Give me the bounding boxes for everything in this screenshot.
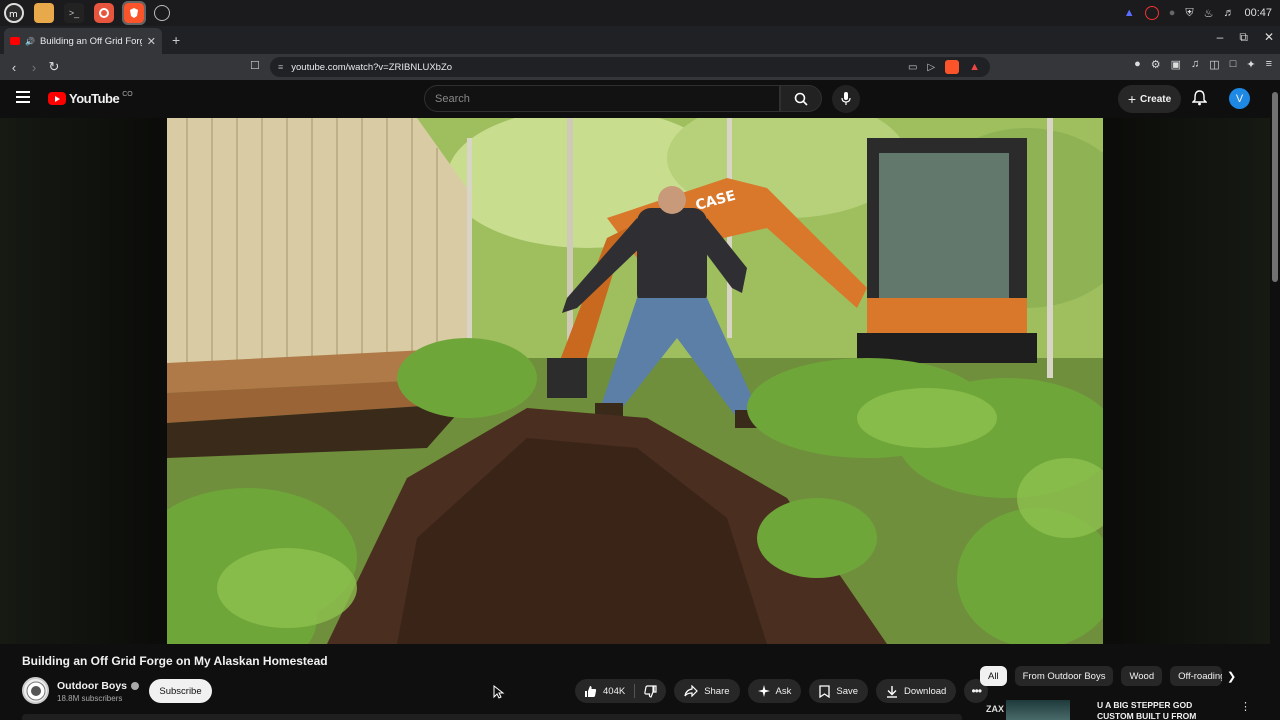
recommended-video[interactable]: ZAX U A BIG STEPPER GOD CUSTOM BUILT U F… <box>980 698 1250 720</box>
hamburger-menu-icon[interactable] <box>16 91 30 105</box>
browser-tab-strip: 🔊 Building an Off Grid Forge ✕ + – ⧉ ✕ <box>0 26 1280 54</box>
svg-text:m: m <box>9 10 18 19</box>
volume-icon[interactable]: ♬ <box>1223 7 1234 19</box>
bookmark-save-icon <box>819 684 831 698</box>
menu-icon[interactable]: ≡ <box>1266 58 1272 71</box>
youtube-logo[interactable]: YouTube CO <box>48 91 133 106</box>
maximize-icon[interactable]: ⧉ <box>1239 30 1248 45</box>
firefox-icon[interactable] <box>94 3 114 23</box>
chip-off-roading[interactable]: Off-roading <box>1170 666 1223 686</box>
description-box-edge[interactable] <box>22 714 962 720</box>
rec-thumbnail[interactable] <box>1006 700 1070 720</box>
search-icon <box>794 92 808 106</box>
site-info-icon[interactable]: ≡ <box>278 62 283 72</box>
wallet2-icon[interactable]: □ <box>1230 58 1237 71</box>
send-icon[interactable]: ▷ <box>927 62 935 73</box>
download-button[interactable]: Download <box>876 679 957 703</box>
subscriber-count: 18.8M subscribers <box>57 694 123 703</box>
search-button[interactable] <box>780 85 822 112</box>
account-icon[interactable]: ● <box>1134 58 1141 71</box>
rec-menu-icon[interactable]: ⋮ <box>1240 700 1250 713</box>
sparkle-icon <box>757 685 770 697</box>
related-filter-chips: All From Outdoor Boys Wood Off-roading <box>980 666 1223 686</box>
cast-icon[interactable]: ▭ <box>908 62 917 73</box>
vpn-icon[interactable]: ▲ <box>1124 7 1135 19</box>
plus-icon: + <box>1127 91 1137 107</box>
browser-tab[interactable]: 🔊 Building an Off Grid Forge ✕ <box>4 28 162 54</box>
shield-tray-icon[interactable]: ⛨ <box>1185 7 1193 20</box>
back-icon[interactable]: ‹ <box>4 60 24 75</box>
update-icon[interactable] <box>1144 6 1159 20</box>
url-text: youtube.com/watch?v=ZRIBNLUXbZo <box>291 61 453 73</box>
dislike-button[interactable] <box>635 679 666 703</box>
close-tab-icon[interactable]: ✕ <box>147 35 156 48</box>
video-actions: 404K Share Ask Save Download ••• <box>575 679 989 703</box>
terminal-icon[interactable]: >_ <box>64 3 84 23</box>
create-button[interactable]: + Create <box>1118 85 1181 113</box>
scrollbar-thumb[interactable] <box>1272 92 1278 282</box>
search-input[interactable]: Search <box>424 85 780 112</box>
channel-name[interactable]: Outdoor Boys <box>57 680 139 692</box>
address-bar[interactable]: ≡ youtube.com/watch?v=ZRIBNLUXbZo ▭ ▷ ▲ <box>270 57 990 77</box>
rec-channel-badge: ZAX <box>986 704 1004 714</box>
thumbs-down-icon <box>644 684 657 698</box>
chip-from-channel[interactable]: From Outdoor Boys <box>1014 666 1114 686</box>
dot-icon: ● <box>1168 7 1176 19</box>
share-icon <box>684 685 699 697</box>
save-button[interactable]: Save <box>809 679 869 703</box>
like-button[interactable]: 404K <box>575 679 634 703</box>
os-taskbar: m >_ ▲ ● ⛨ ♨ ♬ 00:47 <box>0 0 1280 26</box>
browser-toolbar: ‹ › ↻ ☐ ≡ youtube.com/watch?v=ZRIBNLUXbZ… <box>0 54 1280 80</box>
account-avatar[interactable]: V <box>1229 88 1250 109</box>
download-icon <box>887 685 898 698</box>
mic-icon <box>841 92 851 105</box>
mouse-pointer-icon <box>493 685 505 699</box>
verified-icon <box>131 682 139 690</box>
share-button[interactable]: Share <box>674 679 740 703</box>
chevron-right-icon[interactable]: ❯ <box>1227 670 1236 683</box>
notifications-bell-icon[interactable] <box>1191 90 1208 111</box>
ask-button[interactable]: Ask <box>747 679 802 703</box>
brave-shields-icon[interactable] <box>945 60 960 74</box>
mint-menu-icon[interactable]: m <box>4 3 24 23</box>
chip-all[interactable]: All <box>980 666 1007 686</box>
chip-wood[interactable]: Wood <box>1121 666 1163 686</box>
minimize-icon[interactable]: – <box>1217 30 1224 45</box>
close-window-icon[interactable]: ✕ <box>1264 30 1274 45</box>
channel-avatar[interactable] <box>22 677 49 704</box>
rewards-icon[interactable]: ▲ <box>969 61 980 73</box>
settings-app-icon[interactable] <box>154 5 170 21</box>
rec-title: U A BIG STEPPER GOD CUSTOM BUILT U FROM <box>1097 700 1197 720</box>
speaker-icon: 🔊 <box>25 36 35 46</box>
media-icon[interactable]: ♫ <box>1191 58 1199 71</box>
leo-icon[interactable]: ✦ <box>1246 58 1255 71</box>
forward-icon[interactable]: › <box>24 60 44 75</box>
tab-title: Building an Off Grid Forge <box>39 35 142 47</box>
bookmark-icon[interactable]: ☐ <box>250 59 260 72</box>
video-player[interactable]: CASE <box>167 118 1103 644</box>
like-dislike-group: 404K <box>575 679 667 703</box>
youtube-favicon-icon <box>10 37 20 45</box>
youtube-play-icon <box>48 92 66 105</box>
voice-search-button[interactable] <box>832 85 860 113</box>
thumbs-up-icon <box>585 685 597 697</box>
new-tab-icon[interactable]: + <box>172 32 180 48</box>
youtube-header: YouTube CO Search + Create V <box>0 80 1280 118</box>
clock[interactable]: 00:47 <box>1244 7 1272 19</box>
wallet-icon[interactable]: ▣ <box>1171 58 1181 71</box>
video-title: Building an Off Grid Forge on My Alaskan… <box>22 654 328 668</box>
subscribe-button[interactable]: Subscribe <box>149 679 212 703</box>
brave-icon[interactable] <box>122 1 146 25</box>
files-icon[interactable] <box>34 3 54 23</box>
reload-icon[interactable]: ↻ <box>44 59 64 75</box>
video-frame-illustration: CASE <box>167 118 1103 644</box>
sidebar-icon[interactable]: ◫ <box>1209 58 1219 71</box>
bell-tray-icon[interactable]: ♨ <box>1204 7 1214 20</box>
extensions-icon[interactable]: ⚙ <box>1151 58 1161 71</box>
